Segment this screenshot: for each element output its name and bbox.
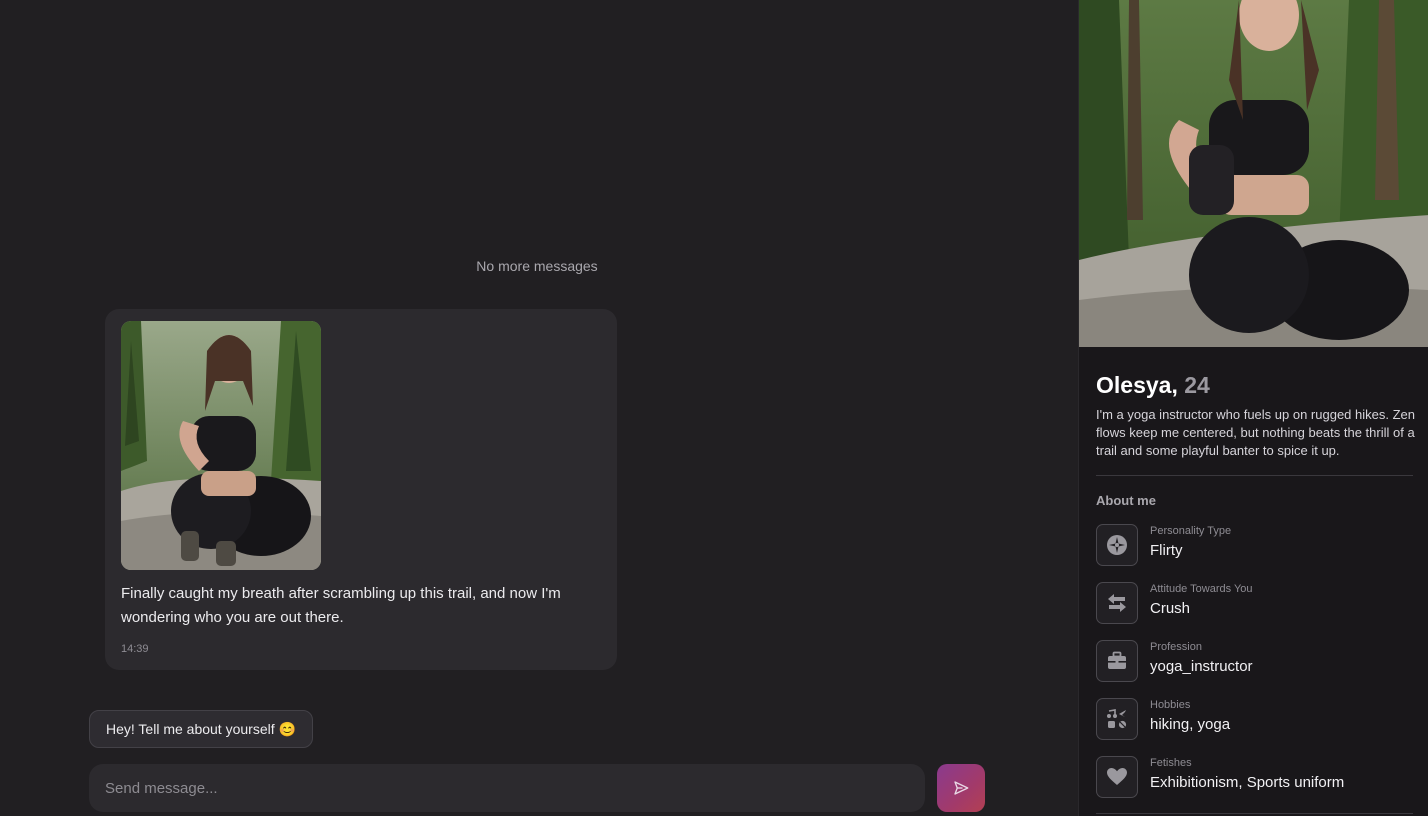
arrows-exchange-icon <box>1096 582 1138 624</box>
profile-photo[interactable] <box>1079 0 1428 347</box>
trait-label: Fetishes <box>1150 757 1192 769</box>
profile-panel: Olesya, 24 I'm a yoga instructor who fue… <box>1078 0 1428 816</box>
trait-value: Exhibitionism, Sports uniform <box>1150 774 1345 791</box>
message-photo[interactable] <box>121 321 321 570</box>
trait-label: Hobbies <box>1150 699 1191 711</box>
send-button[interactable] <box>937 764 985 812</box>
hobbies-icon <box>1096 698 1138 740</box>
about-me-heading: About me <box>1096 493 1156 508</box>
trait-value: Flirty <box>1150 542 1183 559</box>
profile-photo-image <box>1079 0 1428 347</box>
no-more-messages-label: No more messages <box>476 258 598 274</box>
message-input[interactable] <box>89 764 925 812</box>
profile-bio: I'm a yoga instructor who fuels up on ru… <box>1096 407 1415 458</box>
trait-value: hiking, yoga <box>1150 716 1231 733</box>
chat-area: No more messages Finally caught my breat… <box>0 0 1078 816</box>
message-text: Finally caught my breath after scramblin… <box>121 585 561 626</box>
trait-label: Profession <box>1150 641 1202 653</box>
trait-hobbies: Hobbies hiking, yoga <box>1096 698 1416 740</box>
suggested-reply-button[interactable]: Hey! Tell me about yourself 😊 <box>89 710 313 748</box>
profile-age: 24 <box>1184 372 1210 398</box>
trait-value: Crush <box>1150 600 1191 617</box>
trait-personality-type: Personality Type Flirty <box>1096 524 1416 566</box>
compass-icon <box>1096 524 1138 566</box>
message-photo-image <box>121 321 321 570</box>
trait-attitude: Attitude Towards You Crush <box>1096 582 1416 624</box>
app: No more messages Finally caught my breat… <box>0 0 1428 816</box>
profile-divider-bottom <box>1096 813 1413 814</box>
profile-name-text: Olesya, <box>1096 372 1178 398</box>
profile-divider <box>1096 475 1413 476</box>
message-bubble: Finally caught my breath after scramblin… <box>105 309 617 670</box>
message-time: 14:39 <box>121 643 149 655</box>
trait-value: yoga_instructor <box>1150 658 1253 675</box>
trait-label: Attitude Towards You <box>1150 583 1253 595</box>
trait-profession: Profession yoga_instructor <box>1096 640 1416 682</box>
trait-fetishes: Fetishes Exhibitionism, Sports uniform <box>1096 756 1416 798</box>
profile-name: Olesya, 24 <box>1096 372 1210 399</box>
briefcase-icon <box>1096 640 1138 682</box>
trait-label: Personality Type <box>1150 525 1232 537</box>
send-icon <box>954 781 969 795</box>
heart-icon <box>1096 756 1138 798</box>
